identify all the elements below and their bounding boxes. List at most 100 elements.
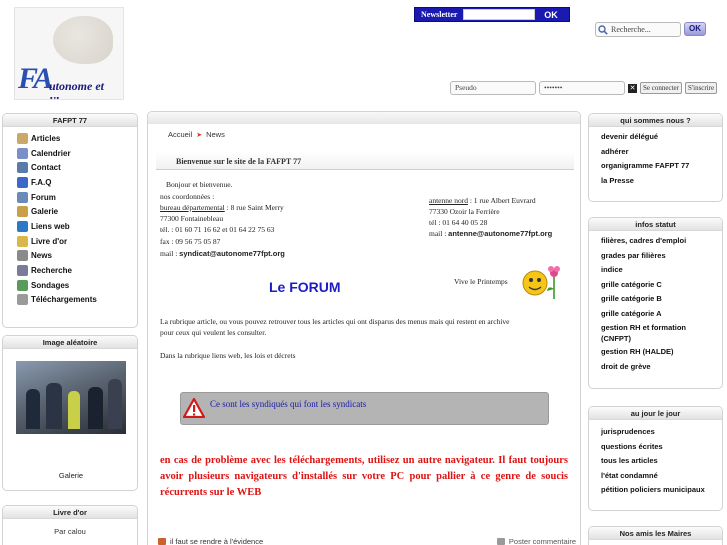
menu-item-faq[interactable]: F.A.Q	[17, 175, 137, 190]
globe-icon	[17, 220, 28, 232]
menu-item-gallery[interactable]: Galerie	[17, 204, 137, 219]
coords-intro: nos coordonnées :	[160, 192, 215, 201]
username-field[interactable]: Pseudo	[450, 81, 536, 95]
menu-item-guestbook[interactable]: Livre d'or	[17, 234, 137, 249]
comment-link[interactable]: Poster commentaire	[496, 537, 576, 545]
nord-line: antenne nord : 1 rue Albert Euvrard	[429, 196, 536, 205]
remember-checkbox[interactable]: ✕	[628, 83, 637, 93]
breadcrumb-home[interactable]: Accueil	[168, 130, 192, 139]
info-item[interactable]: grille catégorie A	[601, 307, 716, 322]
menu-item-articles[interactable]: Articles	[17, 131, 137, 146]
bureau-phone: tél. : 01 60 71 16 62 et 01 64 22 75 63	[160, 225, 275, 234]
forum-link[interactable]: Le FORUM	[269, 279, 341, 295]
info-item[interactable]: gestion RH (HALDE)	[601, 345, 716, 360]
warning-icon	[183, 398, 205, 418]
who-panel: qui sommes nous ? devenir délégué adhére…	[588, 113, 723, 202]
article-title-row[interactable]: il faut se rendre à l'évidence	[158, 537, 263, 545]
password-field[interactable]: •••••••	[539, 81, 625, 95]
photo-person	[26, 389, 40, 429]
menu-item-label: Sondages	[31, 280, 70, 290]
info-item[interactable]: grades par filières	[601, 249, 716, 264]
nord-city: 77330 Ozoir la Ferrière	[429, 207, 500, 216]
info-item[interactable]: droit de grève	[601, 360, 716, 375]
day-item[interactable]: questions écrites	[601, 440, 722, 455]
menu-item-news[interactable]: News	[17, 249, 137, 264]
left-menu-title: FAFPT 77	[3, 114, 137, 127]
menu-item-label: Galerie	[31, 207, 59, 217]
register-button[interactable]: S'inscrire	[684, 82, 718, 94]
day-item[interactable]: pétition policiers municipaux	[601, 483, 722, 498]
download-icon	[17, 294, 28, 306]
menu-item-downloads[interactable]: Téléchargements	[17, 293, 137, 308]
breadcrumb: Accueil ➤ News	[168, 130, 225, 139]
rubrique-line-2: pour ceux qui veulent les consulter.	[160, 328, 267, 337]
nord-mail-label: mail :	[429, 229, 449, 238]
warning-box: Ce sont les syndiqués qui font les syndi…	[180, 392, 549, 425]
main-content: Accueil ➤ News Bienvenue sur le site de …	[147, 111, 581, 545]
warning-message: Ce sont les syndiqués qui font les syndi…	[210, 399, 367, 409]
who-item[interactable]: la Presse	[601, 174, 722, 189]
who-item[interactable]: devenir délégué	[601, 130, 722, 145]
bureau-link[interactable]: bureau départemental	[160, 203, 225, 212]
bureau-mail-link[interactable]: syndicat@autonome77fpt.org	[179, 249, 285, 258]
info-item[interactable]: grille catégorie C	[601, 278, 716, 293]
search-placeholder: Recherche...	[611, 25, 651, 34]
bureau-city: 77300 Fontainebleau	[160, 214, 224, 223]
info-item[interactable]: grille catégorie B	[601, 292, 716, 307]
menu-item-polls[interactable]: Sondages	[17, 278, 137, 293]
site-logo[interactable]: FA utonome et libre	[14, 7, 124, 100]
day-item[interactable]: jurisprudences	[601, 425, 722, 440]
who-list: devenir délégué adhérer organigramme FAF…	[589, 127, 722, 188]
greeting-text: Bonjour et bienvenue.	[166, 180, 233, 189]
guestbook-title: Livre d'or	[3, 506, 137, 519]
logo-letters: FA	[18, 62, 53, 96]
gallery-link[interactable]: Galerie	[3, 471, 137, 480]
info-item[interactable]: filières, cadres d'emploi	[601, 234, 716, 249]
nord-link[interactable]: antenne nord	[429, 196, 468, 205]
spring-text: Vive le Printemps	[454, 277, 508, 286]
articles-icon	[17, 132, 28, 144]
rubrique-line-3: Dans la rubrique liens web, les lois et …	[160, 351, 296, 360]
newsletter-label: Newsletter	[421, 10, 458, 19]
bureau-fax: fax : 09 56 75 05 87	[160, 237, 221, 246]
day-item[interactable]: l'état condamné	[601, 469, 722, 484]
day-item[interactable]: tous les articles	[601, 454, 722, 469]
search-ok-button[interactable]: OK	[684, 22, 706, 36]
info-item[interactable]: indice	[601, 263, 716, 278]
photo-person	[88, 387, 103, 429]
newsletter-input[interactable]	[463, 9, 535, 20]
login-form: Pseudo ••••••• ✕ Se connecter S'inscrire	[450, 81, 718, 95]
menu-item-label: Livre d'or	[31, 236, 68, 246]
who-item[interactable]: adhérer	[601, 145, 722, 160]
guestbook-icon	[17, 235, 28, 247]
poll-icon	[17, 279, 28, 291]
menu-item-calendar[interactable]: Calendrier	[17, 146, 137, 161]
who-item[interactable]: organigramme FAFPT 77	[601, 159, 722, 174]
menu-item-search[interactable]: Recherche	[17, 263, 137, 278]
menu-item-contact[interactable]: Contact	[17, 160, 137, 175]
menu-item-forum[interactable]: Forum	[17, 190, 137, 205]
newsletter-ok-button[interactable]: OK	[539, 10, 563, 20]
left-menu: Articles Calendrier Contact F.A.Q Forum …	[3, 127, 137, 307]
breadcrumb-arrow-icon: ➤	[196, 131, 203, 139]
main-topbar	[148, 112, 580, 124]
random-image[interactable]	[16, 361, 126, 434]
menu-item-label: News	[31, 251, 52, 261]
bureau-address: : 8 rue Saint Merry	[224, 203, 284, 212]
guestbook-panel: Livre d'or Par calou	[2, 505, 138, 545]
nord-mail-link[interactable]: antenne@autonome77fpt.org	[448, 229, 552, 238]
menu-item-label: Articles	[31, 133, 61, 143]
search-input[interactable]: Recherche...	[595, 22, 681, 37]
menu-item-label: Calendrier	[31, 148, 71, 158]
contact-icon	[17, 162, 28, 174]
welcome-title: Bienvenue sur le site de la FAFPT 77	[176, 157, 302, 166]
menu-item-label: Contact	[31, 163, 61, 173]
article-footer: il faut se rendre à l'évidence Poster co…	[156, 536, 576, 545]
menu-item-links[interactable]: Liens web	[17, 219, 137, 234]
search-icon	[17, 265, 28, 277]
info-item[interactable]: gestion RH et formation (CNFPT)	[601, 321, 716, 345]
search-icon	[598, 24, 608, 35]
comment-label: Poster commentaire	[508, 537, 576, 545]
connect-button[interactable]: Se connecter	[640, 82, 682, 94]
menu-item-label: Recherche	[31, 266, 72, 276]
